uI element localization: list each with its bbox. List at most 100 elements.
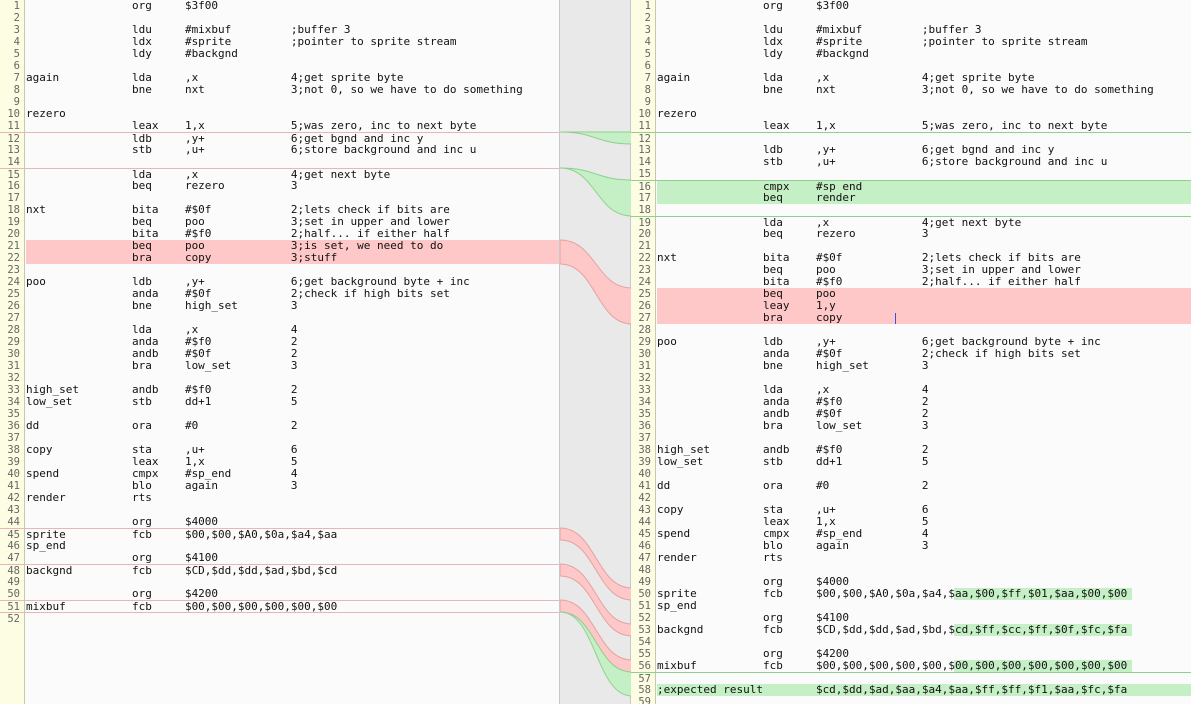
line-text[interactable]: bne high_set 3 — [26, 300, 559, 312]
line-text[interactable]: render rts — [657, 552, 1191, 564]
connector-added-lines-16-17 — [559, 167, 633, 217]
connector-changed-lines-21-22 — [559, 239, 633, 325]
line-number: 29 — [638, 336, 651, 348]
line-number: 52 — [638, 612, 651, 624]
right-code-line: 8 bne nxt 3;not 0, so we have to do some… — [631, 84, 1191, 97]
line-text[interactable]: beq rezero 3 — [657, 228, 1191, 240]
line-text[interactable]: org $3f00 — [657, 0, 1191, 12]
line-text[interactable]: beq rezero 3 — [26, 180, 559, 192]
line-number: 56 — [638, 660, 651, 672]
right-code-line: 15 — [631, 168, 1191, 180]
line-text[interactable]: low_set stb dd+1 5 — [26, 396, 559, 408]
line-number: 25 — [638, 288, 651, 300]
left-file-pane[interactable]: 1 org $3f00 2 3 ldu #mixbuf ;buffer 34 ldx… — [0, 0, 559, 704]
line-number: 36 — [638, 420, 651, 432]
line-number: 39 — [7, 456, 20, 468]
line-text[interactable]: bne nxt 3;not 0, so we have to do someth… — [26, 84, 559, 96]
line-number: 33 — [7, 384, 20, 396]
line-number: 16 — [7, 180, 20, 192]
line-number: 20 — [638, 228, 651, 240]
line-text[interactable]: backgnd fcb $CD,$dd,$dd,$ad,$bd,$cd,$ff,… — [657, 624, 1191, 636]
line-text[interactable]: mixbuf fcb $00,$00,$00,$00,$00,$00,$00,$… — [657, 660, 1191, 672]
line-number: 20 — [7, 228, 20, 240]
line-number: 59 — [638, 696, 651, 704]
line-text[interactable]: stb ,u+ 6;store background and inc u — [657, 156, 1191, 168]
connector-changed-line-51 — [559, 599, 633, 673]
line-text[interactable]: org $4200 — [26, 588, 559, 600]
line-number: 2 — [13, 12, 20, 24]
connector-added-line-12 — [559, 131, 633, 145]
line-text[interactable]: org $3f00 — [26, 0, 559, 12]
line-text[interactable]: sprite fcb $00,$00,$A0,$0a,$a4,$aa,$00,$… — [657, 588, 1191, 600]
line-text[interactable]: leax 1,x 5;was zero, inc to next byte — [657, 120, 1191, 132]
line-number: 6 — [13, 60, 20, 72]
line-text[interactable]: ldy #backgnd — [26, 48, 559, 60]
line-text[interactable]: bra copy 3;stuff — [26, 252, 559, 264]
line-number: 34 — [638, 396, 651, 408]
line-text[interactable]: bne high_set 3 — [657, 360, 1191, 372]
line-number: 53 — [638, 624, 651, 636]
line-number: 40 — [638, 468, 651, 480]
line-text[interactable]: render rts — [26, 492, 559, 504]
line-text[interactable]: ldy #backgnd — [657, 48, 1191, 60]
line-text[interactable]: dd ora #0 2 — [26, 420, 559, 432]
line-number: 25 — [7, 288, 20, 300]
line-number: 11 — [7, 120, 20, 132]
line-text[interactable]: bne nxt 3;not 0, so we have to do someth… — [657, 84, 1191, 96]
left-code-line: 52 — [0, 612, 559, 625]
line-text[interactable]: bra low_set 3 — [657, 420, 1191, 432]
line-text[interactable]: stb ,u+ 6;store background and inc u — [26, 144, 559, 156]
line-number: 49 — [7, 576, 20, 588]
diff-connector-curves — [559, 131, 633, 697]
line-number: 9 — [644, 96, 651, 108]
left-code-line: 36 dd ora #0 2 — [0, 420, 559, 433]
left-code-line: 47 org $4100 — [0, 552, 559, 565]
line-text[interactable]: org $4100 — [26, 552, 559, 564]
line-number: 27 — [638, 312, 651, 324]
line-number: 46 — [638, 540, 651, 552]
right-code-line: 41 dd ora #0 2 — [631, 480, 1191, 493]
line-text[interactable]: bra low_set 3 — [26, 360, 559, 372]
line-number: 3 — [644, 24, 651, 36]
line-text[interactable]: ;expected result $cd,$dd,$ad,$aa,$a4,$aa… — [657, 684, 1191, 696]
line-text[interactable]: beq render — [657, 192, 1191, 204]
line-number: 13 — [7, 144, 20, 156]
right-code-line: 14 stb ,u+ 6;store background and inc u — [631, 156, 1191, 169]
right-code-line: 36 bra low_set 3 — [631, 420, 1191, 433]
line-number: 47 — [638, 552, 651, 564]
line-number: 42 — [638, 492, 651, 504]
line-number: 15 — [638, 168, 651, 180]
line-number: 26 — [7, 300, 20, 312]
right-code-line: 59 — [631, 696, 1191, 704]
left-code-line: 22 bra copy 3;stuff — [0, 252, 559, 264]
line-number: 47 — [7, 552, 20, 564]
line-number: 4 — [644, 36, 651, 48]
right-code-line: 39 low_set stb dd+1 5 — [631, 456, 1191, 469]
line-number: 6 — [644, 60, 651, 72]
left-code-line: 8 bne nxt 3;not 0, so we have to do some… — [0, 84, 559, 97]
line-number: 10 — [7, 108, 20, 120]
line-number: 14 — [7, 156, 20, 168]
right-file-pane[interactable]: 1 org $3f00 2 3 ldu #mixbuf ;buffer 34 ldx… — [631, 0, 1191, 704]
line-number: 39 — [638, 456, 651, 468]
line-text[interactable]: low_set stb dd+1 5 — [657, 456, 1191, 468]
line-number: 22 — [638, 252, 651, 264]
line-text[interactable]: bra copy — [657, 312, 1191, 324]
right-code-line: 58 ;expected result $cd,$dd,$ad,$aa,$a4,$… — [631, 684, 1191, 696]
left-code-line: 50 org $4200 — [0, 588, 559, 601]
text-caret — [894, 313, 896, 324]
line-number: 13 — [638, 144, 651, 156]
line-number: 46 — [7, 540, 20, 552]
left-code-line: 26 bne high_set 3 — [0, 300, 559, 313]
line-number: 19 — [7, 216, 20, 228]
line-number: 27 — [7, 312, 20, 324]
right-code-line: 18 — [631, 204, 1191, 216]
line-number: 41 — [638, 480, 651, 492]
line-text[interactable]: leax 1,x 5;was zero, inc to next byte — [26, 120, 559, 132]
line-number: 14 — [638, 156, 651, 168]
right-code-line: 27 bra copy — [631, 312, 1191, 324]
line-text[interactable]: org $4000 — [26, 516, 559, 528]
line-number: 30 — [638, 348, 651, 360]
line-text[interactable]: dd ora #0 2 — [657, 480, 1191, 492]
left-code-line: 34 low_set stb dd+1 5 — [0, 396, 559, 409]
